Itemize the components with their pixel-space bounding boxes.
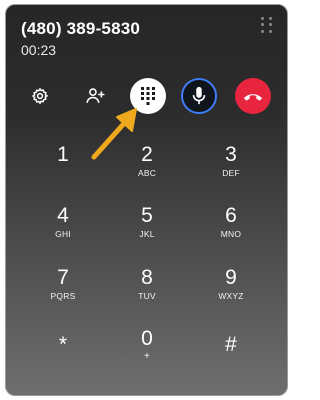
key-digit: 6 bbox=[225, 204, 237, 227]
key-star[interactable]: * bbox=[28, 333, 98, 383]
key-digit: 0 bbox=[141, 327, 153, 350]
key-7[interactable]: 7 PQRS bbox=[28, 266, 98, 316]
key-letters: + bbox=[143, 351, 151, 362]
key-2[interactable]: 2 ABC bbox=[112, 143, 182, 193]
key-digit: 2 bbox=[141, 143, 153, 166]
settings-button[interactable] bbox=[22, 78, 58, 114]
phone-number: (480) 389-5830 bbox=[21, 19, 141, 38]
key-letters: WXYZ bbox=[218, 291, 244, 301]
key-digit: * bbox=[58, 333, 68, 356]
dialpad-button[interactable] bbox=[130, 78, 166, 114]
key-letters: JKL bbox=[139, 229, 155, 239]
key-digit: 7 bbox=[57, 266, 69, 289]
call-timer: 00:23 bbox=[21, 42, 57, 58]
call-window: (480) 389-5830 00:23 1 2 ABC 3 DEF 4 GHI… bbox=[5, 4, 288, 396]
mute-button[interactable] bbox=[181, 78, 217, 114]
key-letters: GHI bbox=[55, 229, 71, 239]
hang-up-button[interactable] bbox=[235, 78, 271, 114]
key-digit: 9 bbox=[225, 266, 237, 289]
key-9[interactable]: 9 WXYZ bbox=[196, 266, 266, 316]
dialpad-icon bbox=[141, 87, 155, 105]
key-letters: DEF bbox=[222, 168, 240, 178]
key-4[interactable]: 4 GHI bbox=[28, 204, 98, 254]
key-digit: 3 bbox=[225, 143, 237, 166]
microphone-icon bbox=[192, 86, 206, 105]
key-5[interactable]: 5 JKL bbox=[112, 204, 182, 254]
key-letters: ABC bbox=[137, 168, 157, 178]
key-digit: # bbox=[225, 333, 237, 356]
gear-icon bbox=[31, 87, 49, 105]
person-add-icon bbox=[86, 88, 105, 103]
key-letters: TUV bbox=[138, 291, 156, 301]
key-0[interactable]: 0 + bbox=[112, 327, 182, 377]
key-6[interactable]: 6 MNO bbox=[196, 204, 266, 254]
key-digit: 1 bbox=[57, 143, 69, 166]
key-digit: 5 bbox=[141, 204, 153, 227]
key-pound[interactable]: # bbox=[196, 333, 266, 383]
phone-hangup-icon bbox=[243, 94, 263, 101]
key-8[interactable]: 8 TUV bbox=[112, 266, 182, 316]
drag-handle-icon[interactable] bbox=[261, 17, 273, 33]
add-person-button[interactable] bbox=[78, 78, 114, 114]
key-digit: 8 bbox=[141, 266, 153, 289]
key-3[interactable]: 3 DEF bbox=[196, 143, 266, 193]
key-letters: PQRS bbox=[50, 291, 76, 301]
key-digit: 4 bbox=[57, 204, 69, 227]
key-letters: MNO bbox=[220, 229, 242, 239]
key-1[interactable]: 1 bbox=[28, 143, 98, 193]
